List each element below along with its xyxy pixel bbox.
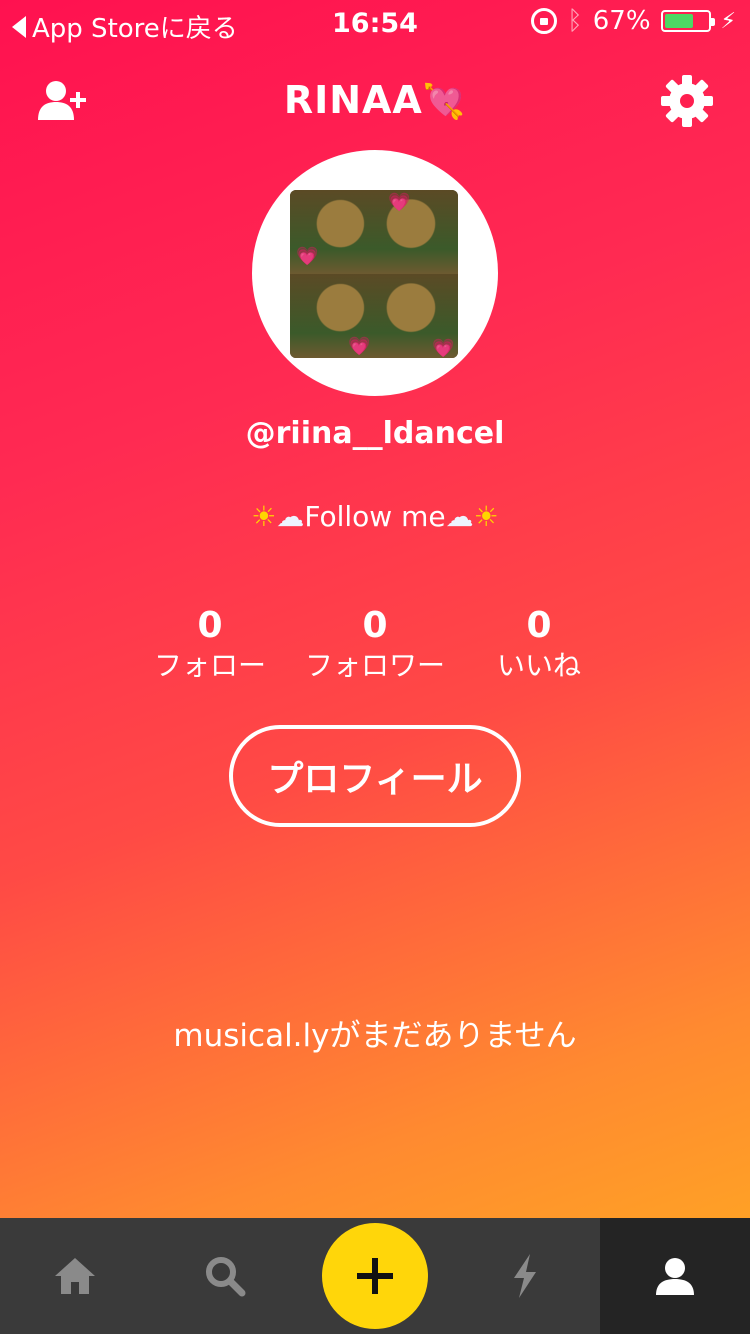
search-icon [206,1257,246,1297]
followers-count: 0 [362,605,388,646]
profile-button[interactable]: プロフィール [229,725,521,827]
heart-arrow-emoji: 💘 [422,82,467,122]
heart-sticker-icon: 💗 [432,338,455,358]
profile-screen: App Storeに戻る 16:54 ᛒ 67% ⚡ RINAA💘 💗 💗 💗 … [0,0,750,1334]
lightning-icon [514,1254,536,1298]
bluetooth-icon: ᛒ [567,6,583,36]
empty-state-message: musical.lyがまだありません [173,1018,577,1054]
battery-percent: 67% [592,6,651,36]
profile-stats: 0 フォロー 0 フォロワー 0 いいね [0,605,750,695]
gear-icon[interactable] [660,74,714,128]
profile-icon [656,1258,694,1295]
avatar[interactable]: 💗 💗 💗 💗 [252,150,498,396]
username-title: RINAA [283,78,423,122]
followers-label: フォロワー [304,649,445,682]
status-indicators: ᛒ 67% ⚡ [531,6,736,36]
create-video-button[interactable] [322,1223,428,1329]
heart-sticker-icon: 💗 [296,246,319,267]
tab-activity[interactable] [450,1218,600,1334]
status-bar: App Storeに戻る 16:54 ᛒ 67% ⚡ [0,0,750,50]
sun-emoji: ☀ [473,500,499,533]
tab-profile[interactable] [600,1218,750,1334]
following-label: フォロー [153,649,266,682]
profile-handle: @riina__ldancel [245,416,505,451]
following-count: 0 [197,605,223,646]
stat-followers[interactable]: 0 フォロワー [285,605,465,685]
tab-home[interactable] [0,1218,150,1334]
profile-bio: ☀☁Follow me☁☀ [0,500,750,533]
likes-label: いいね [496,649,581,682]
stat-following[interactable]: 0 フォロー [120,605,300,685]
heart-sticker-icon: 💗 [388,192,411,213]
heart-sticker-icon: 💗 [348,336,371,357]
battery-icon [660,10,715,32]
cloud-emoji: ☁ [276,500,305,533]
page-title: RINAA💘 [0,78,750,122]
tab-search[interactable] [150,1218,300,1334]
rotation-lock-icon [531,8,558,34]
add-icon [357,1258,393,1294]
stat-likes[interactable]: 0 いいね [449,605,629,685]
avatar-photo: 💗 💗 💗 💗 [290,190,458,358]
charging-icon: ⚡ [720,8,736,34]
sun-emoji: ☀ [251,500,277,533]
likes-count: 0 [526,605,552,646]
cloud-emoji: ☁ [445,500,474,533]
bio-text: Follow me [304,500,446,533]
home-icon [55,1258,95,1294]
battery-fill [664,14,693,28]
